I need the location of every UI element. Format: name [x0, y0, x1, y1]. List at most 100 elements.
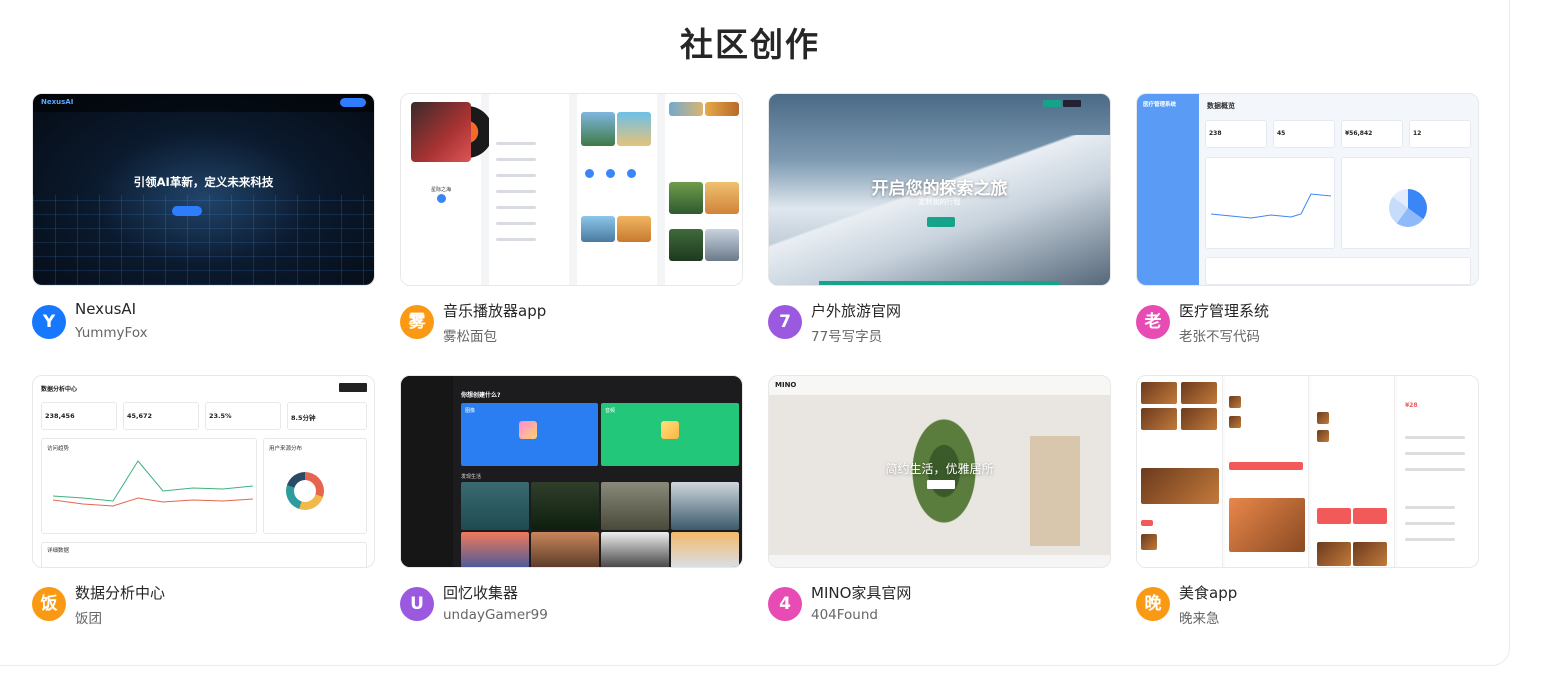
project-title[interactable]: 数据分析中心 [75, 582, 165, 603]
project-author[interactable]: 饭团 [75, 607, 102, 627]
thumbnail-stat-value: 45 [1277, 130, 1286, 137]
thumbnail-decoration [606, 169, 615, 178]
author-avatar[interactable]: 晚 [1136, 587, 1170, 621]
thumbnail-chart-title: 访问趋势 [47, 446, 70, 452]
author-avatar[interactable]: 老 [1136, 305, 1170, 339]
project-thumbnail[interactable]: 星际之海 [400, 93, 743, 286]
section-title: 社区创作 [680, 25, 820, 64]
thumbnail-logo: NexusAI [41, 98, 74, 106]
thumbnail-decoration [601, 532, 669, 567]
thumbnail-button [927, 217, 955, 227]
project-thumbnail[interactable]: ¥28 [1136, 375, 1479, 568]
project-title[interactable]: MINO家具官网 [811, 582, 911, 603]
project-thumbnail[interactable]: 你想创建什么? 图像 音频 发现生活 [400, 375, 743, 568]
thumbnail-decoration [1141, 534, 1157, 550]
thumbnail-decoration [1353, 508, 1387, 524]
thumbnail-decoration [1353, 542, 1387, 566]
thumbnail-decoration [705, 182, 739, 214]
thumbnail-decoration [496, 142, 536, 145]
thumbnail-decoration [496, 174, 536, 177]
project-author[interactable]: 晚来急 [1179, 607, 1220, 627]
thumbnail-song: 星际之海 [431, 187, 452, 193]
thumbnail-decoration [627, 169, 636, 178]
author-avatar[interactable]: U [400, 587, 434, 621]
thumbnail-decoration [1317, 542, 1351, 566]
author-avatar[interactable]: 7 [768, 305, 802, 339]
thumbnail-button [172, 206, 202, 216]
thumbnail-decoration [705, 229, 739, 261]
project-thumbnail[interactable]: 医疗管理系统 数据概览 238 45 ¥56,842 12 [1136, 93, 1479, 286]
thumbnail-decoration [581, 112, 615, 146]
thumbnail-button [927, 480, 955, 489]
thumbnail-tile-label: 音频 [605, 408, 616, 414]
thumbnail-decoration [669, 102, 703, 116]
thumbnail-decoration [1405, 452, 1465, 455]
thumbnail-decoration [496, 222, 536, 225]
project-author[interactable]: YummyFox [75, 325, 148, 341]
thumbnail-subheadline: 定制我的行程 [918, 198, 961, 206]
thumbnail-decoration [519, 421, 537, 439]
thumbnail-decoration [1317, 508, 1351, 524]
thumbnail-decoration [461, 482, 529, 530]
project-card-music-app[interactable]: 星际之海 雾 音乐播放器app 雾松面包 [400, 93, 743, 345]
thumbnail-sidebar [401, 376, 453, 567]
card-meta: U 回忆收集器 undayGamer99 [400, 581, 743, 629]
project-title[interactable]: 音乐播放器app [443, 300, 546, 321]
thumbnail-button [1063, 100, 1081, 107]
project-author[interactable]: 雾松面包 [443, 325, 497, 345]
thumbnail-line-chart [53, 460, 253, 507]
thumbnail-decoration [461, 532, 529, 567]
project-author[interactable]: 77号写字员 [811, 325, 882, 345]
author-avatar[interactable]: Y [32, 305, 66, 339]
card-meta: 饭 数据分析中心 饭团 [32, 581, 375, 629]
thumbnail-decoration [1141, 520, 1153, 526]
thumbnail-decoration [601, 482, 669, 530]
project-card-data-analytics[interactable]: 数据分析中心 238,456 45,672 23.5% 8.5分钟 访问趋势 用… [32, 375, 375, 627]
thumbnail-decoration [531, 482, 599, 530]
thumbnail-button [1043, 100, 1061, 107]
project-thumbnail[interactable]: 开启您的探索之旅 定制我的行程 [768, 93, 1111, 286]
thumbnail-decoration [1229, 462, 1303, 470]
thumbnail-donut-chart [286, 472, 324, 510]
card-meta: 4 MINO家具官网 404Found [768, 581, 1111, 629]
thumbnail-decoration [1141, 382, 1177, 404]
project-card-mino-furniture[interactable]: MINO 简约生活，优雅居所 4 MINO家具官网 404Found [768, 375, 1111, 623]
project-title[interactable]: 户外旅游官网 [811, 300, 901, 321]
project-thumbnail[interactable]: MINO 简约生活，优雅居所 [768, 375, 1111, 568]
project-author[interactable]: 404Found [811, 607, 878, 623]
thumbnail-table [41, 542, 367, 567]
thumbnail-decoration [496, 206, 536, 209]
project-title[interactable]: 回忆收集器 [443, 582, 518, 603]
project-card-nexusai[interactable]: NexusAI 引领AI革新，定义未来科技 Y NexusAI YummyFox [32, 93, 375, 341]
author-avatar[interactable]: 饭 [32, 587, 66, 621]
thumbnail-navbar [33, 94, 374, 112]
project-author[interactable]: 老张不写代码 [1179, 325, 1260, 345]
thumbnail-stat-value: 45,672 [127, 412, 153, 420]
project-thumbnail[interactable]: NexusAI 引领AI革新，定义未来科技 [32, 93, 375, 286]
thumbnail-decoration [1030, 436, 1080, 546]
thumbnail-decoration [496, 238, 536, 241]
author-avatar[interactable]: 4 [768, 587, 802, 621]
project-title[interactable]: NexusAI [75, 300, 136, 318]
project-card-memory-collector[interactable]: 你想创建什么? 图像 音频 发现生活 U 回忆收集器 undayGamer99 [400, 375, 743, 623]
thumbnail-button [339, 383, 367, 392]
thumbnail-decoration [1229, 498, 1305, 552]
project-thumbnail[interactable]: 数据分析中心 238,456 45,672 23.5% 8.5分钟 访问趋势 用… [32, 375, 375, 568]
project-title[interactable]: 美食app [1179, 582, 1237, 603]
project-author[interactable]: undayGamer99 [443, 607, 548, 623]
thumbnail-decoration [819, 281, 1060, 285]
project-title[interactable]: 医疗管理系统 [1179, 300, 1269, 321]
thumbnail-decoration [669, 229, 703, 261]
card-meta: 7 户外旅游官网 77号写字员 [768, 299, 1111, 347]
thumbnail-decoration [769, 135, 1110, 285]
thumbnail-decoration [669, 182, 703, 214]
thumbnail-table [1205, 257, 1471, 285]
thumbnail-stat-value: 12 [1413, 130, 1422, 137]
thumbnail-decoration [33, 195, 374, 285]
thumbnail-decoration [585, 169, 594, 178]
project-card-outdoor-travel[interactable]: 开启您的探索之旅 定制我的行程 7 户外旅游官网 77号写字员 [768, 93, 1111, 345]
author-avatar[interactable]: 雾 [400, 305, 434, 339]
project-card-food-app[interactable]: ¥28 晚 美食app 晚来急 [1136, 375, 1479, 627]
thumbnail-decoration [617, 216, 651, 242]
project-card-medical-system[interactable]: 医疗管理系统 数据概览 238 45 ¥56,842 12 老 医疗管理系统 老… [1136, 93, 1479, 345]
